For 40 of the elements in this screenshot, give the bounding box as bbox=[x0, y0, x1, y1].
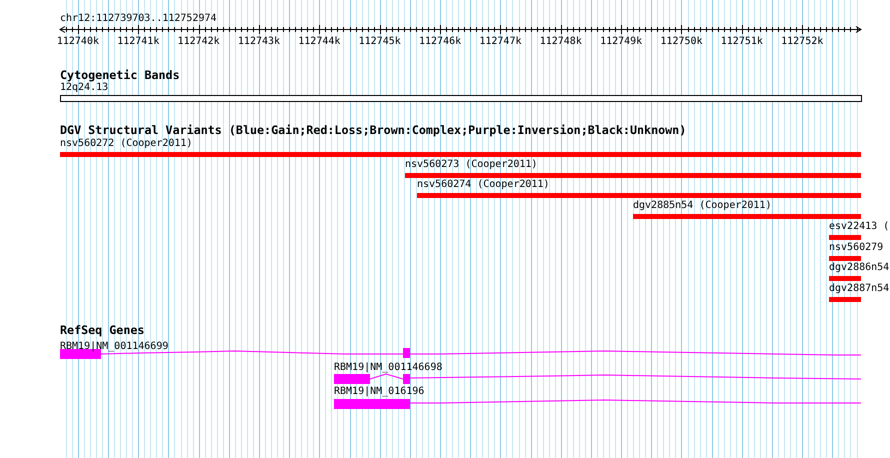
location-label: chr12:112739703..112752974 bbox=[60, 13, 217, 25]
tick-label: 112746k bbox=[418, 36, 462, 48]
variant-label: dgv2885n54 (Cooper2011) bbox=[633, 200, 772, 212]
variant-label: dgv2886n54 bbox=[829, 262, 890, 274]
track-title: DGV Structural Variants (Blue:Gain;Red:Loss;Brown:Complex;Purple:Inversion;Black:Unknown) bbox=[60, 124, 686, 137]
variant-bar[interactable] bbox=[60, 152, 861, 157]
chromosome-band[interactable] bbox=[60, 95, 862, 102]
tick-label: 112747k bbox=[479, 36, 522, 48]
variant-label: nsv560273 (Cooper2011) bbox=[405, 159, 538, 171]
gene-label: RBM19|NM_016196 bbox=[334, 386, 424, 398]
tick-label: 112749k bbox=[600, 36, 642, 48]
tick-label: 112751k bbox=[720, 36, 763, 48]
tick-label: 112744k bbox=[298, 36, 340, 48]
gene-model[interactable] bbox=[334, 399, 862, 409]
variant-label: nsv560274 (Cooper2011) bbox=[417, 179, 550, 191]
tick-label: 112741k bbox=[117, 36, 160, 48]
tick-label: 112745k bbox=[358, 36, 401, 48]
variant-label: dgv2887n54 bbox=[829, 283, 890, 295]
tick-label: 112742k bbox=[178, 36, 220, 48]
variant-bar[interactable] bbox=[405, 173, 861, 178]
tick-label: 112743k bbox=[238, 36, 280, 48]
variant-bar[interactable] bbox=[829, 297, 861, 302]
gene-model[interactable] bbox=[334, 373, 862, 384]
gene-label: RBM19|NM_001146698 bbox=[334, 362, 442, 374]
variant-label: nsv560279 bbox=[829, 242, 884, 254]
variant-bar[interactable] bbox=[633, 214, 861, 219]
track-title: Cytogenetic Bands bbox=[60, 69, 180, 82]
variant-label: nsv560272 (Cooper2011) bbox=[60, 138, 192, 150]
gene-label: RBM19|NM_001146699 bbox=[60, 341, 168, 353]
tick-label: 112752k bbox=[781, 36, 824, 48]
track-title: RefSeq Genes bbox=[60, 324, 144, 337]
tick-label: 112750k bbox=[660, 36, 703, 48]
variant-bar[interactable] bbox=[829, 256, 861, 261]
variant-label: esv22413 ( bbox=[829, 221, 890, 233]
tick-label: 112740k bbox=[56, 36, 99, 48]
band-label: 12q24.13 bbox=[60, 82, 108, 94]
variant-bar[interactable] bbox=[829, 276, 861, 281]
tick-label: 112748k bbox=[540, 36, 582, 48]
variant-bar[interactable] bbox=[829, 235, 861, 240]
variant-bar[interactable] bbox=[417, 193, 861, 198]
